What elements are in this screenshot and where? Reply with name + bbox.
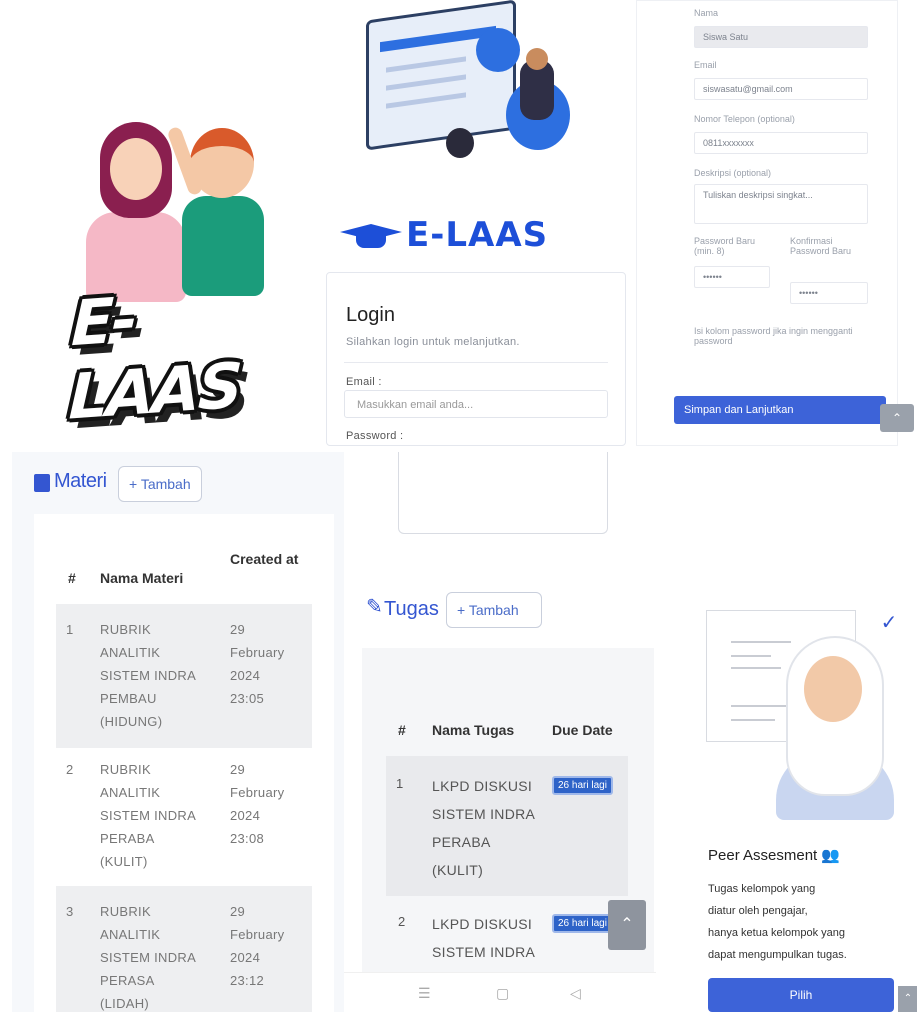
- phone-label: Nomor Telepon (optional): [694, 114, 795, 124]
- book-icon: [34, 474, 50, 492]
- scroll-top-button[interactable]: ⌃: [608, 900, 646, 950]
- new-password-field[interactable]: ••••••: [694, 266, 770, 288]
- new-password-label: Password Baru (min. 8): [694, 236, 756, 256]
- tugas-panel: ✎ Tugas + Tambah # Nama Tugas Due Date 1…: [344, 452, 656, 1012]
- login-panel: E-LAAS Login Silahkan login untuk melanj…: [326, 0, 636, 446]
- confirm-password-label: Konfirmasi Password Baru: [790, 236, 852, 256]
- email-label: Email :: [346, 376, 382, 388]
- materi-name[interactable]: RUBRIK ANALITIK SISTEM INDRA PEMBAU (HIDUNG): [100, 618, 196, 733]
- row-number: 2: [398, 914, 406, 929]
- materi-title: Materi: [54, 470, 107, 492]
- description-field[interactable]: Tuliskan deskripsi singkat...: [694, 184, 868, 224]
- login-card: [326, 272, 626, 446]
- add-tugas-button[interactable]: + Tambah: [446, 592, 542, 628]
- created-date: 29 February 2024 23:12: [230, 904, 285, 988]
- due-badge: 26 hari lagi: [552, 776, 613, 795]
- peer-assessment-panel: ✓ Peer Assesment 👥 Tugas kelompok yang di…: [658, 600, 917, 1012]
- student-face-shape: [804, 656, 862, 722]
- column-header: Nama Materi: [100, 570, 184, 586]
- back-icon[interactable]: ◁: [570, 985, 581, 1002]
- peer-assessment-title: Peer Assesment 👥: [708, 847, 841, 864]
- login-title: Login: [346, 304, 395, 326]
- scroll-top-button[interactable]: ⌃: [880, 404, 914, 432]
- logo-panel: E-LAAS: [0, 0, 322, 446]
- monitor-illustration: [366, 0, 516, 151]
- tugas-name[interactable]: LKPD DISKUSI SISTEM INDRA: [432, 910, 535, 966]
- chevron-up-icon: ⌃: [620, 916, 634, 933]
- created-date: 29 February 2024 23:08: [230, 762, 285, 846]
- chevron-up-icon: ⌃: [903, 993, 913, 1004]
- column-header: #: [398, 722, 406, 738]
- app-logo-text: E-LAAS: [67, 282, 242, 434]
- group-icon: 👥: [821, 847, 841, 864]
- girl-face-shape: [110, 138, 162, 200]
- cat-illustration: [446, 128, 474, 158]
- materi-panel: Materi + Tambah # Nama Materi Created at…: [12, 452, 344, 1012]
- save-continue-button[interactable]: Simpan dan Lanjutkan: [674, 396, 886, 424]
- phone-field[interactable]: 0811xxxxxxx: [694, 132, 868, 154]
- user-avatar-illustration: [476, 28, 520, 72]
- materi-table: # Nama Materi Created at 1 RUBRIK ANALITI…: [34, 514, 334, 1012]
- due-badge: 26 hari lagi: [552, 914, 613, 933]
- row-number: 3: [66, 904, 74, 919]
- menu-icon[interactable]: ☰: [418, 985, 431, 1002]
- email-input[interactable]: Masukkan email anda...: [344, 390, 608, 418]
- row-number: 1: [66, 622, 74, 637]
- peer-assessment-description: Tugas kelompok yang diatur oleh pengajar,…: [708, 883, 847, 961]
- row-number: 2: [66, 762, 74, 777]
- column-header: Due Date: [552, 722, 613, 738]
- description-label: Deskripsi (optional): [694, 168, 772, 178]
- email-label: Email: [694, 60, 717, 70]
- pencil-icon: ✎: [366, 596, 383, 618]
- row-number: 1: [396, 776, 404, 791]
- tugas-title: Tugas: [384, 598, 439, 620]
- android-nav-bar: ☰ ▢ ◁: [344, 972, 656, 1012]
- name-label: Nama: [694, 8, 719, 18]
- divider: [344, 362, 608, 363]
- name-field[interactable]: Siswa Satu: [694, 26, 868, 48]
- graduation-cap-icon: [340, 220, 402, 250]
- select-button[interactable]: Pilih: [708, 978, 894, 1012]
- column-header: #: [68, 570, 76, 586]
- confirm-password-field[interactable]: ••••••: [790, 282, 868, 304]
- brand-name: E-LAAS: [406, 215, 549, 255]
- card-bottom-edge: [398, 452, 608, 534]
- person-head-shape: [526, 48, 548, 70]
- password-label: Password :: [346, 430, 404, 442]
- chevron-up-icon: ⌃: [891, 411, 903, 425]
- materi-name[interactable]: RUBRIK ANALITIK SISTEM INDRA PERASA (LIDAH): [100, 900, 196, 1015]
- add-materi-button[interactable]: + Tambah: [118, 466, 202, 502]
- column-header: Nama Tugas: [432, 722, 515, 738]
- login-subtitle: Silahkan login untuk melanjutkan.: [346, 336, 520, 348]
- scroll-top-button[interactable]: ⌃: [898, 986, 917, 1012]
- created-date: 29 February 2024 23:05: [230, 622, 285, 706]
- brand-logo: E-LAAS: [340, 210, 622, 260]
- home-icon[interactable]: ▢: [496, 985, 509, 1002]
- column-header: Created at: [230, 551, 299, 567]
- checkmark-icon: ✓: [874, 608, 904, 638]
- password-note: Isi kolom password jika ingin mengganti …: [694, 326, 853, 346]
- tugas-name[interactable]: LKPD DISKUSI SISTEM INDRA PERABA (KULIT): [432, 772, 535, 884]
- email-field[interactable]: siswasatu@gmail.com: [694, 78, 868, 100]
- materi-name[interactable]: RUBRIK ANALITIK SISTEM INDRA PERABA (KULIT): [100, 758, 196, 873]
- profile-form-panel: Nama Siswa Satu Email siswasatu@gmail.co…: [636, 0, 917, 446]
